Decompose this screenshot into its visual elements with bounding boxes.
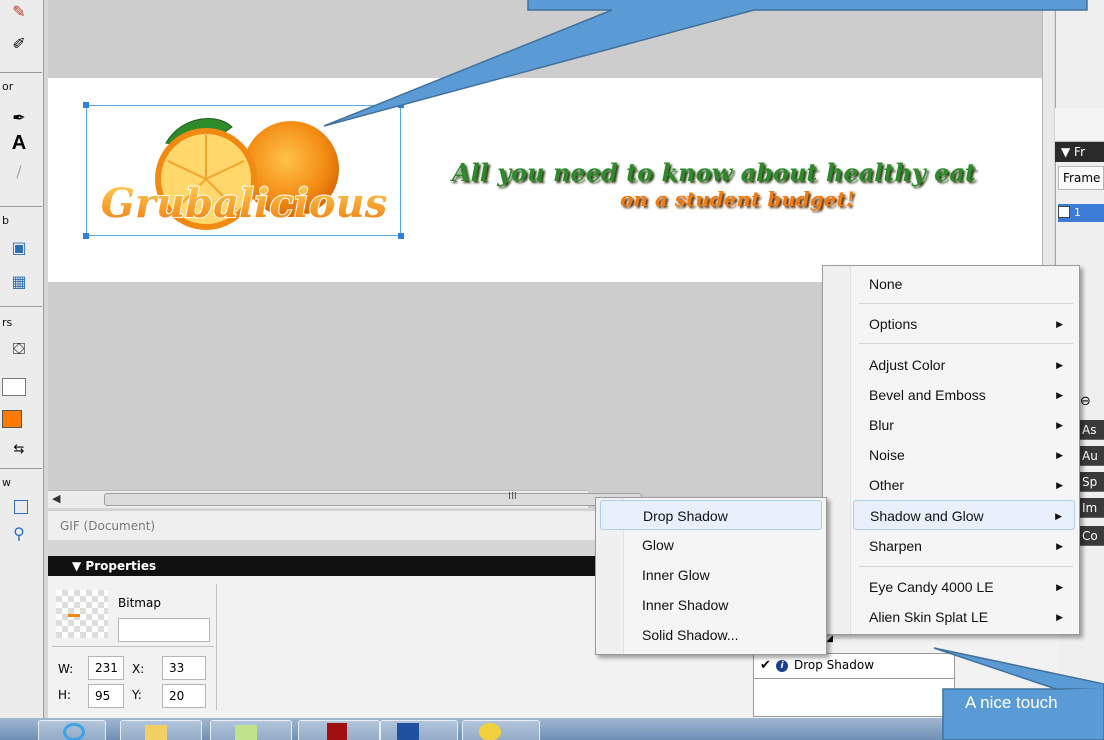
submenu-item-inner-glow[interactable]: Inner Glow	[600, 560, 822, 590]
submenu-arrow-icon: ▶	[1056, 319, 1063, 329]
menu-item-none[interactable]: None	[853, 269, 1075, 299]
menu-item-label: Other	[869, 477, 905, 493]
menu-item-blur[interactable]: Blur ▶	[853, 410, 1075, 440]
submenu-item-drop-shadow[interactable]: Drop Shadow	[600, 500, 822, 530]
menu-item-label: None	[869, 276, 903, 292]
menu-item-shadow-and-glow[interactable]: Shadow and Glow ▶	[853, 500, 1075, 530]
menu-item-label: Alien Skin Splat LE	[869, 609, 989, 625]
submenu-item-solid-shadow[interactable]: Solid Shadow...	[600, 620, 822, 650]
menu-item-noise[interactable]: Noise ▶	[853, 440, 1075, 470]
menu-separator	[859, 343, 1073, 344]
menu-item-bevel-and-emboss[interactable]: Bevel and Emboss ▶	[853, 380, 1075, 410]
menu-item-label: Shadow and Glow	[870, 508, 984, 524]
menu-item-alien-skin-splat[interactable]: Alien Skin Splat LE ▶	[853, 602, 1075, 632]
submenu-arrow-icon: ▶	[1056, 612, 1063, 622]
submenu-arrow-icon: ▶	[1056, 541, 1063, 551]
menu-item-label: Sharpen	[869, 538, 922, 554]
menu-gutter	[823, 266, 851, 634]
submenu-arrow-icon: ▶	[1056, 582, 1063, 592]
menu-item-options[interactable]: Options ▶	[853, 309, 1075, 339]
submenu-item-inner-shadow[interactable]: Inner Shadow	[600, 590, 822, 620]
menu-item-label: Noise	[869, 447, 905, 463]
submenu-arrow-icon: ▶	[1056, 420, 1063, 430]
submenu-item-glow[interactable]: Glow	[600, 530, 822, 560]
fireworks-window: ✎ ✐ or ✒ A ∕ b ▣ ▦ rs ⛋ ⇆ w ⚲ Grubalicio…	[0, 0, 1104, 740]
menu-item-label: Adjust Color	[869, 357, 946, 373]
menu-separator	[859, 303, 1073, 304]
submenu-arrow-icon: ▶	[1055, 511, 1062, 521]
menu-item-eye-candy[interactable]: Eye Candy 4000 LE ▶	[853, 572, 1075, 602]
filter-menu: None Options ▶ Adjust Color ▶ Bevel and Em…	[822, 265, 1080, 635]
menu-item-label: Eye Candy 4000 LE	[869, 579, 994, 595]
submenu-arrow-icon: ▶	[1056, 450, 1063, 460]
shadow-and-glow-submenu: Drop Shadow Glow Inner Glow Inner Shadow…	[595, 497, 827, 655]
submenu-arrow-icon: ▶	[1056, 390, 1063, 400]
submenu-arrow-icon: ▶	[1056, 360, 1063, 370]
menu-item-other[interactable]: Other ▶	[853, 470, 1075, 500]
submenu-arrow-icon: ▶	[1056, 480, 1063, 490]
menu-item-label: Options	[869, 316, 918, 332]
menu-item-sharpen[interactable]: Sharpen ▶	[853, 531, 1075, 561]
menu-item-adjust-color[interactable]: Adjust Color ▶	[853, 350, 1075, 380]
callout-text: A nice touch	[965, 693, 1058, 712]
menu-item-label: Blur	[869, 417, 894, 433]
menu-item-label: Bevel and Emboss	[869, 387, 986, 403]
menu-separator	[859, 566, 1073, 567]
